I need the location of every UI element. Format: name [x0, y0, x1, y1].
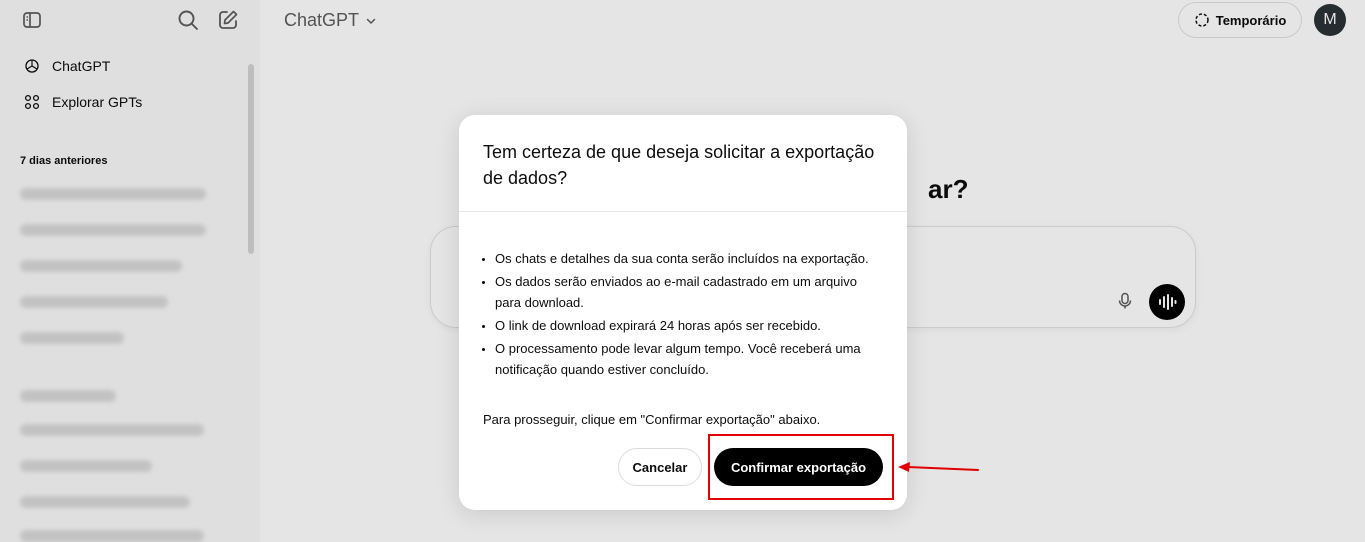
dialog-note: Para prosseguir, clique em "Confirmar ex…: [483, 412, 821, 427]
list-item: O link de download expirará 24 horas apó…: [495, 315, 875, 336]
list-item: Os chats e detalhes da sua conta serão i…: [495, 248, 875, 269]
dialog-title: Tem certeza de que deseja solicitar a ex…: [483, 142, 875, 188]
list-item: O processamento pode levar algum tempo. …: [495, 338, 875, 380]
annotation-arrow-icon: [898, 462, 979, 472]
list-item: Os dados serão enviados ao e-mail cadast…: [495, 271, 875, 313]
dialog-divider: [459, 211, 907, 212]
annotation-highlight-box: [708, 434, 894, 500]
cancel-button[interactable]: Cancelar: [618, 448, 702, 486]
dialog-bullet-list: Os chats e detalhes da sua conta serão i…: [495, 248, 875, 382]
